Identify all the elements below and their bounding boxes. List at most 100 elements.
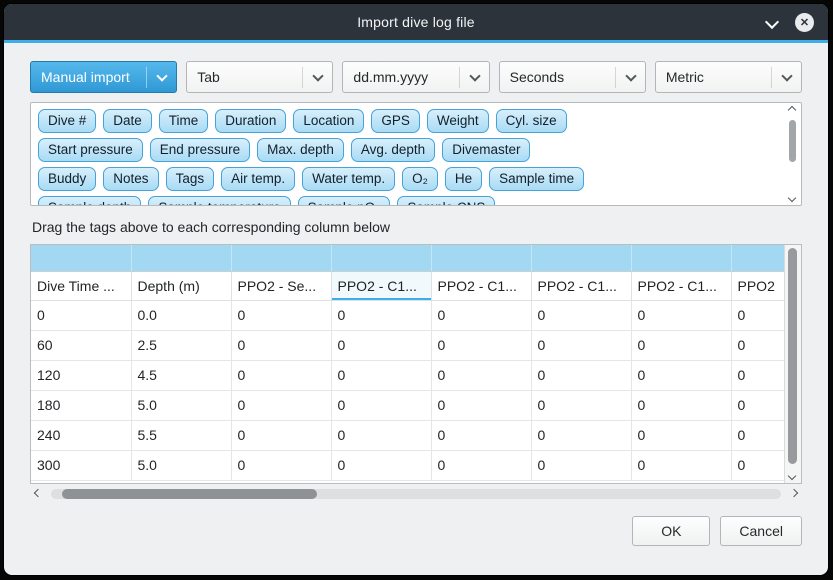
drag-instruction-label: Drag the tags above to each correspondin…: [32, 219, 802, 235]
scrollbar-thumb[interactable]: [62, 489, 318, 499]
drop-target-cell[interactable]: [431, 245, 531, 271]
scrollbar-track[interactable]: [51, 489, 781, 499]
chevron-down-icon: [157, 70, 168, 81]
column-header[interactable]: PPO2 - C1...: [631, 271, 731, 300]
table-cell: 0: [431, 330, 531, 360]
table-row: 00.0000000: [31, 300, 785, 330]
tag-row: Dive # Date TimeDuration Location GPS Weight C…: [38, 109, 779, 133]
scrollbar-thumb[interactable]: [788, 248, 797, 464]
import-mode-dropdown[interactable]: Manual import: [30, 61, 177, 93]
column-header[interactable]: PPO2 - Se...: [231, 271, 331, 300]
draggable-tag[interactable]: Time: [159, 109, 209, 133]
column-header[interactable]: Dive Time ...: [31, 271, 131, 300]
table-cell: 5.0: [131, 450, 231, 480]
dialog-button-row: OK Cancel: [30, 516, 802, 546]
draggable-tag[interactable]: Sample time: [489, 167, 584, 191]
duration-format-dropdown[interactable]: Seconds: [499, 61, 646, 93]
chevron-down-icon: [469, 70, 480, 81]
field-separator-dropdown[interactable]: Tab: [186, 61, 333, 93]
table-cell: 0: [31, 300, 131, 330]
draggable-tag[interactable]: Location: [293, 109, 364, 133]
draggable-tag[interactable]: Sample temperature: [148, 196, 290, 206]
column-header[interactable]: PPO2 - C1...: [431, 271, 531, 300]
table-cell: 0: [531, 300, 631, 330]
column-header[interactable]: PPO2 - C1...: [331, 271, 431, 300]
column-header[interactable]: Depth (m): [131, 271, 231, 300]
table-cell: 0: [531, 420, 631, 450]
drop-target-cell[interactable]: [531, 245, 631, 271]
drop-target-cell[interactable]: [131, 245, 231, 271]
draggable-tag[interactable]: Notes: [103, 167, 158, 191]
table-cell: 0: [731, 300, 785, 330]
column-header[interactable]: PPO2: [731, 271, 785, 300]
duration-format-value: Seconds: [510, 69, 564, 85]
drop-target-cell[interactable]: [631, 245, 731, 271]
draggable-tag[interactable]: Max. depth: [257, 138, 344, 162]
draggable-tag[interactable]: O₂: [402, 167, 438, 191]
ok-button[interactable]: OK: [632, 516, 710, 546]
draggable-tag[interactable]: Cyl. size: [496, 109, 567, 133]
drop-target-cell[interactable]: [331, 245, 431, 271]
chevron-down-icon: [781, 70, 792, 81]
draggable-tag[interactable]: Avg. depth: [351, 138, 435, 162]
draggable-tag[interactable]: Date: [103, 109, 152, 133]
draggable-tag[interactable]: End pressure: [150, 138, 250, 162]
draggable-tag[interactable]: Sample pO₂: [298, 196, 391, 206]
scroll-left-icon[interactable]: [34, 489, 42, 497]
table-body: 00.0000000602.50000001204.50000001805.00…: [31, 300, 785, 480]
dropdown-arrow-box: [459, 67, 479, 88]
draggable-tag[interactable]: He: [445, 167, 482, 191]
draggable-tag[interactable]: Sample depth: [38, 196, 141, 206]
table-cell: 0: [331, 330, 431, 360]
scroll-up-icon[interactable]: [788, 106, 796, 114]
draggable-tag[interactable]: Dive #: [38, 109, 96, 133]
table-cell: 0: [731, 330, 785, 360]
table-cell: 0: [331, 450, 431, 480]
dropdown-arrow-box: [302, 67, 322, 88]
table-cell: 0: [431, 420, 531, 450]
draggable-tag[interactable]: GPS: [371, 109, 420, 133]
close-icon[interactable]: ✕: [795, 13, 814, 32]
draggable-tag[interactable]: Sample CNS: [397, 196, 495, 206]
table-cell: 0: [431, 390, 531, 420]
draggable-tag[interactable]: Duration: [215, 109, 286, 133]
draggable-tag[interactable]: Divemaster: [442, 138, 530, 162]
tag-pool-scrollbar[interactable]: [786, 105, 799, 203]
table-row: 602.5000000: [31, 330, 785, 360]
scrollbar-thumb[interactable]: [789, 120, 796, 162]
chevron-down-icon: [313, 70, 324, 81]
scroll-down-icon[interactable]: [788, 472, 796, 480]
tag-row: Buddy Notes TagsAir temp. Water temp. O₂ He Sa…: [38, 167, 779, 191]
draggable-tag[interactable]: Tags: [166, 167, 215, 191]
draggable-tag[interactable]: Start pressure: [38, 138, 143, 162]
table-cell: 0: [231, 360, 331, 390]
table-horizontal-scrollbar[interactable]: [30, 487, 802, 502]
table-cell: 0: [531, 330, 631, 360]
import-dialog-window: Import dive log file ✕ Manual import Tab…: [3, 3, 829, 576]
draggable-tag[interactable]: Buddy: [38, 167, 96, 191]
tag-row: Sample depth Sample temperature Sample pO₂…: [38, 196, 779, 206]
table-cell: 0: [631, 330, 731, 360]
shade-chevron-icon[interactable]: [765, 15, 779, 29]
table-cell: 0: [531, 360, 631, 390]
draggable-tag[interactable]: Weight: [427, 109, 489, 133]
cancel-button[interactable]: Cancel: [720, 516, 802, 546]
scroll-right-icon[interactable]: [790, 489, 798, 497]
column-header[interactable]: PPO2 - C1...: [531, 271, 631, 300]
table-cell: 5.0: [131, 390, 231, 420]
draggable-tag[interactable]: Water temp.: [302, 167, 395, 191]
scroll-down-icon[interactable]: [788, 194, 796, 202]
field-separator-value: Tab: [197, 69, 220, 85]
tag-pool: Dive # Date TimeDuration Location GPS Weight C…: [30, 102, 802, 206]
dropdown-arrow-box: [615, 67, 635, 88]
drop-target-cell[interactable]: [731, 245, 785, 271]
table-cell: 0: [231, 420, 331, 450]
draggable-tag[interactable]: Air temp.: [221, 167, 295, 191]
date-format-dropdown[interactable]: dd.mm.yyyy: [342, 61, 489, 93]
table-vertical-scrollbar[interactable]: [784, 245, 801, 483]
units-dropdown[interactable]: Metric: [655, 61, 802, 93]
table-cell: 60: [31, 330, 131, 360]
drop-target-cell[interactable]: [31, 245, 131, 271]
drop-target-cell[interactable]: [231, 245, 331, 271]
import-options-row: Manual import Tab dd.mm.yyyy Seconds Met…: [30, 61, 802, 93]
